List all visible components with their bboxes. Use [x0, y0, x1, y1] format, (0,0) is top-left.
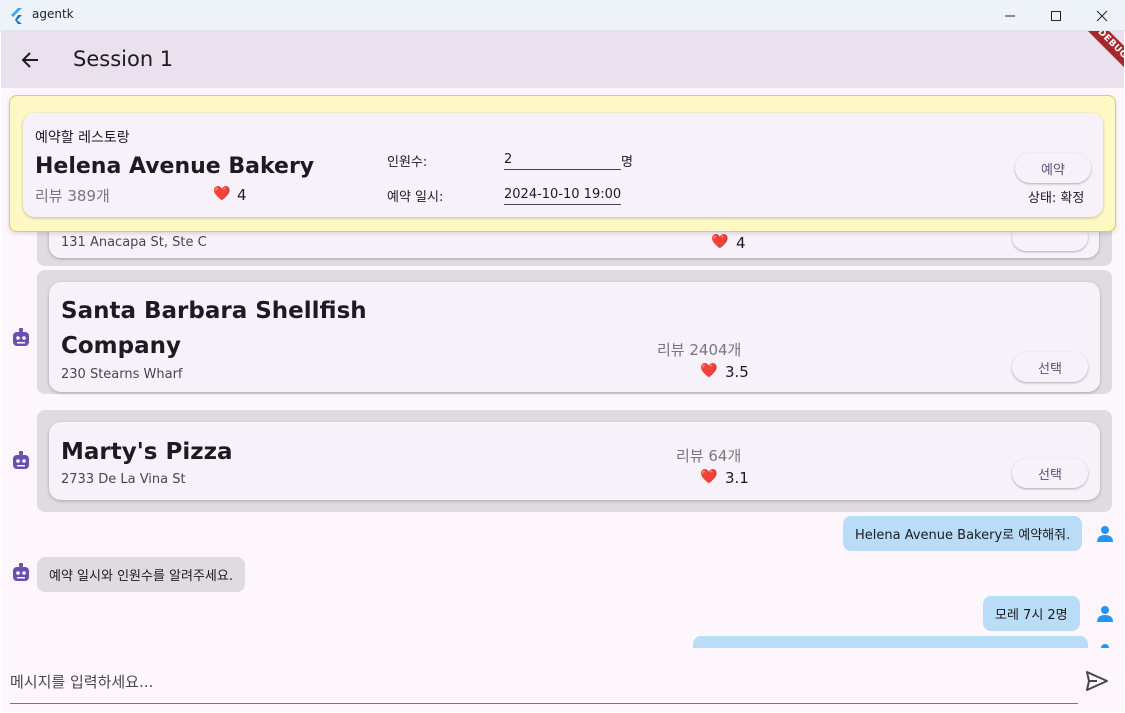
- close-icon: [1096, 10, 1108, 21]
- send-button[interactable]: [1082, 666, 1112, 696]
- reservation-header: 예약할 레스토랑: [35, 130, 130, 146]
- bot-avatar-icon: [13, 563, 29, 581]
- restaurant-rating: 4: [736, 234, 746, 252]
- party-size-label: 인원수:: [387, 155, 428, 170]
- bot-message: 예약 일시와 인원수를 알려주세요.: [37, 557, 245, 592]
- reserve-button[interactable]: 예약: [1015, 153, 1091, 183]
- reservation-restaurant-name: Helena Avenue Bakery: [35, 154, 315, 179]
- flutter-logo-icon: [11, 8, 22, 24]
- minimize-button[interactable]: [987, 0, 1033, 31]
- party-size-unit: 명: [621, 155, 633, 170]
- datetime-input[interactable]: 2024-10-10 19:00: [504, 187, 622, 205]
- reservation-status: 상태: 확정: [1028, 191, 1085, 206]
- bot-avatar-icon: [13, 328, 29, 346]
- restaurant-address: 2733 De La Vina St: [61, 472, 186, 487]
- page-title: Session 1: [73, 47, 174, 71]
- restaurant-rating: 3.1: [725, 469, 749, 487]
- restaurant-rating: 3.5: [725, 363, 749, 381]
- heart-icon: ❤️: [700, 469, 718, 485]
- debug-banner: DEBUG: [1074, 31, 1124, 82]
- maximize-button[interactable]: [1033, 0, 1079, 31]
- maximize-icon: [1051, 10, 1061, 21]
- input-underline: [10, 703, 1078, 704]
- reservation-rating: 4: [237, 186, 247, 204]
- user-avatar-icon: [1097, 526, 1113, 542]
- user-avatar-icon: [1097, 606, 1113, 622]
- send-icon: [1086, 671, 1108, 691]
- window-titlebar: agentk: [0, 0, 1125, 31]
- restaurant-name-line2: Company: [61, 333, 181, 359]
- restaurant-message: Marty's Pizza 2733 De La Vina St 리뷰 64개 …: [37, 410, 1112, 512]
- arrow-back-icon: [21, 52, 38, 68]
- heart-icon: ❤️: [213, 186, 231, 202]
- minimize-icon: [1005, 15, 1015, 16]
- party-size-input[interactable]: 2: [504, 152, 621, 170]
- restaurant-message: Santa Barbara Shellfish Company 230 Stea…: [37, 270, 1112, 394]
- close-window-button[interactable]: [1079, 0, 1125, 31]
- restaurant-card: Marty's Pizza 2733 De La Vina St 리뷰 64개 …: [49, 422, 1100, 500]
- message-input-bar: 메시지를 입력하세요...: [1, 648, 1124, 712]
- datetime-label: 예약 일시:: [387, 190, 444, 205]
- user-message: [693, 636, 1088, 648]
- reservation-panel: 예약할 레스토랑 Helena Avenue Bakery 리뷰 389개 ❤️…: [9, 95, 1116, 232]
- reservation-reviews: 리뷰 389개: [35, 187, 110, 205]
- select-button[interactable]: 선택: [1012, 352, 1088, 382]
- heart-icon: ❤️: [711, 234, 729, 250]
- user-message: Helena Avenue Bakery로 예약해줘.: [843, 516, 1083, 551]
- restaurant-address: 230 Stearns Wharf: [61, 367, 183, 382]
- reservation-card: 예약할 레스토랑 Helena Avenue Bakery 리뷰 389개 ❤️…: [23, 113, 1103, 217]
- restaurant-reviews: 리뷰 2404개: [657, 341, 742, 359]
- restaurant-name: Marty's Pizza: [61, 439, 233, 465]
- restaurant-address: 131 Anacapa St, Ste C: [61, 235, 207, 250]
- window-title: agentk: [32, 7, 74, 21]
- app-bar: Session 1 DEBUG: [1, 31, 1124, 88]
- restaurant-name: Santa Barbara Shellfish: [61, 298, 367, 324]
- message-input[interactable]: 메시지를 입력하세요...: [10, 671, 153, 692]
- user-message: 모레 7시 2명: [983, 596, 1080, 631]
- heart-icon: ❤️: [700, 363, 718, 379]
- bot-avatar-icon: [13, 451, 29, 469]
- restaurant-card: Santa Barbara Shellfish Company 230 Stea…: [49, 282, 1100, 392]
- select-button[interactable]: 선택: [1012, 458, 1088, 488]
- back-button[interactable]: [13, 43, 47, 77]
- restaurant-reviews: 리뷰 64개: [676, 447, 742, 465]
